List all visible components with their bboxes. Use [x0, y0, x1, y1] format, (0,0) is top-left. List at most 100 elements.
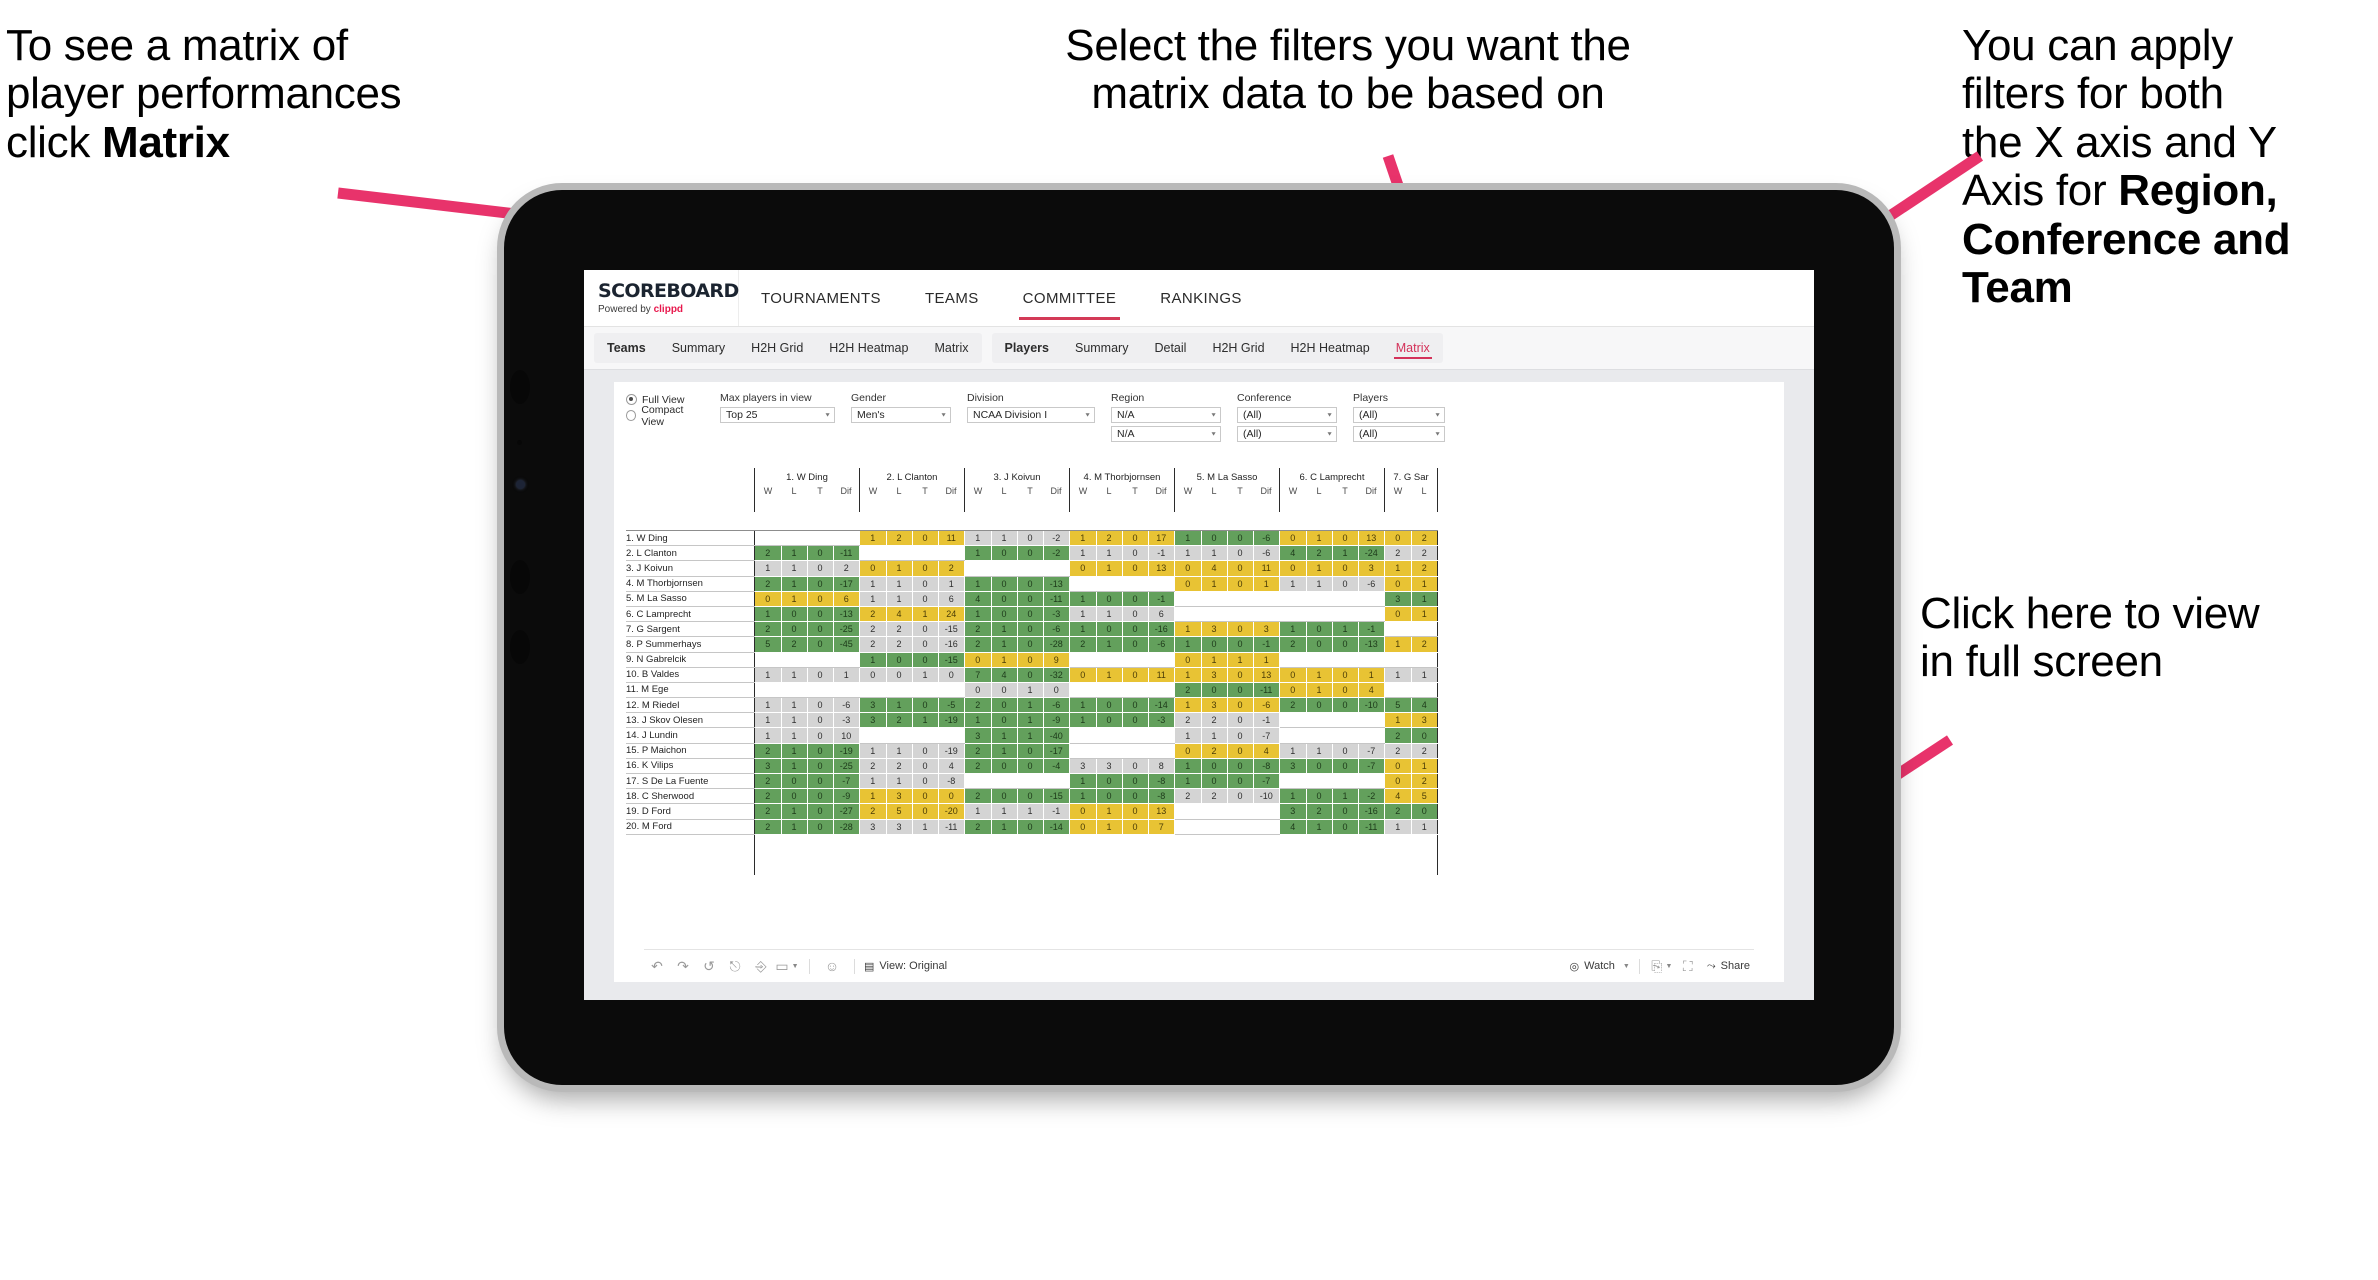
matrix-cell-empty[interactable]: [1279, 727, 1307, 744]
matrix-cell[interactable]: 3: [1358, 560, 1385, 577]
matrix-cell[interactable]: 2: [964, 819, 992, 835]
matrix-cell[interactable]: 5: [1411, 788, 1438, 805]
matrix-cell-empty[interactable]: [1096, 727, 1123, 744]
matrix-cell-empty[interactable]: [1384, 621, 1412, 638]
matrix-cell[interactable]: 0: [1227, 773, 1254, 790]
matrix-cell[interactable]: 2: [859, 636, 887, 653]
matrix-cell[interactable]: 2: [886, 530, 913, 547]
matrix-cell-empty[interactable]: [1122, 743, 1149, 759]
matrix-cell-empty[interactable]: [1332, 652, 1359, 668]
matrix-cell[interactable]: 2: [964, 636, 992, 653]
matrix-cell[interactable]: 1: [1411, 576, 1438, 592]
matrix-cell[interactable]: 2: [964, 697, 992, 714]
matrix-cell[interactable]: 2: [1411, 743, 1438, 759]
matrix-cell[interactable]: 1: [1017, 682, 1044, 699]
matrix-cell[interactable]: 1: [886, 591, 913, 607]
matrix-cell[interactable]: 1: [1411, 606, 1438, 623]
matrix-cell[interactable]: 2: [754, 819, 782, 835]
matrix-cell[interactable]: 1: [1069, 621, 1097, 638]
matrix-cell[interactable]: 1: [1201, 545, 1228, 562]
matrix-cell-empty[interactable]: [1279, 773, 1307, 790]
matrix-cell[interactable]: -11: [1043, 591, 1070, 607]
matrix-cell-empty[interactable]: [807, 652, 834, 668]
matrix-cell-empty[interactable]: [1227, 803, 1254, 820]
subnav-item-summary[interactable]: Summary: [1062, 333, 1141, 363]
matrix-cell[interactable]: 1: [754, 697, 782, 714]
matrix-row[interactable]: 15. P Maichon 2 1 0 -19 1 1 0 -19 2 1 0 -17 0 2 0 4 1 1 0 -7…: [626, 743, 1438, 759]
matrix-cell-empty[interactable]: [1069, 727, 1097, 744]
matrix-cell[interactable]: -27: [833, 803, 860, 820]
matrix-cell[interactable]: -1: [1043, 803, 1070, 820]
matrix-cell[interactable]: 0: [912, 560, 939, 577]
matrix-cell[interactable]: 1: [1096, 545, 1123, 562]
matrix-cell[interactable]: -6: [833, 697, 860, 714]
filter-conference-select-y[interactable]: (All) ▼: [1237, 426, 1337, 442]
matrix-cell[interactable]: 1: [912, 606, 939, 623]
matrix-cell[interactable]: 0: [1227, 667, 1254, 683]
layout-icon[interactable]: ▭ ▼: [774, 950, 800, 982]
matrix-cell[interactable]: 3: [1279, 803, 1307, 820]
matrix-cell[interactable]: -6: [1253, 530, 1280, 547]
matrix-cell-empty[interactable]: [912, 682, 939, 699]
matrix-cell[interactable]: 2: [1411, 545, 1438, 562]
matrix-cell[interactable]: 2: [1411, 560, 1438, 577]
matrix-cell[interactable]: -3: [1043, 606, 1070, 623]
matrix-cell[interactable]: -20: [938, 803, 965, 820]
matrix-cell[interactable]: 0: [1227, 727, 1254, 744]
matrix-cell[interactable]: 1: [1096, 667, 1123, 683]
matrix-cell[interactable]: 1: [781, 803, 808, 820]
matrix-cell[interactable]: -9: [833, 788, 860, 805]
matrix-cell[interactable]: 2: [754, 545, 782, 562]
matrix-cell-empty[interactable]: [938, 682, 965, 699]
matrix-cell[interactable]: 1: [1306, 560, 1333, 577]
matrix-cell[interactable]: 13: [1358, 530, 1385, 547]
matrix-cell[interactable]: 0: [1122, 591, 1149, 607]
matrix-cell-empty[interactable]: [781, 652, 808, 668]
nav-item-rankings[interactable]: RANKINGS: [1138, 270, 1264, 326]
matrix-cell[interactable]: 0: [1332, 743, 1359, 759]
matrix-cell-empty[interactable]: [1358, 606, 1385, 623]
matrix-cell-empty[interactable]: [1201, 606, 1228, 623]
matrix-row[interactable]: 20. M Ford 2 1 0 -28 3 3 1 -11 2 1 0 -14 0 1 0 7 4 1 0 -11 1 1: [626, 819, 1438, 835]
matrix-cell[interactable]: -5: [938, 697, 965, 714]
matrix-cell[interactable]: 0: [912, 636, 939, 653]
matrix-cell[interactable]: 0: [1227, 530, 1254, 547]
matrix-cell[interactable]: 0: [1096, 773, 1123, 790]
matrix-cell[interactable]: -13: [833, 606, 860, 623]
matrix-cell[interactable]: 0: [1227, 697, 1254, 714]
matrix-cell[interactable]: 0: [912, 621, 939, 638]
matrix-cell-empty[interactable]: [1306, 712, 1333, 729]
matrix-cell[interactable]: 1: [1017, 803, 1044, 820]
matrix-cell-empty[interactable]: [912, 727, 939, 744]
matrix-cell[interactable]: 1: [754, 727, 782, 744]
nav-item-tournaments[interactable]: TOURNAMENTS: [739, 270, 903, 326]
matrix-cell[interactable]: 1: [1253, 576, 1280, 592]
filter-region-select-x[interactable]: N/A ▼: [1111, 407, 1221, 423]
matrix-cell-empty[interactable]: [912, 545, 939, 562]
matrix-cell[interactable]: 1: [781, 758, 808, 775]
matrix-cell[interactable]: 0: [1017, 621, 1044, 638]
matrix-cell-empty[interactable]: [964, 560, 992, 577]
matrix-cell[interactable]: -1: [1253, 636, 1280, 653]
matrix-cell[interactable]: 0: [807, 727, 834, 744]
matrix-cell-empty[interactable]: [1201, 819, 1228, 835]
matrix-cell[interactable]: 1: [1411, 758, 1438, 775]
matrix-cell-empty[interactable]: [833, 652, 860, 668]
subnav-head-players[interactable]: Players: [992, 333, 1062, 363]
matrix-cell[interactable]: 2: [1174, 788, 1202, 805]
matrix-cell[interactable]: 0: [807, 819, 834, 835]
matrix-cell[interactable]: 1: [781, 712, 808, 729]
matrix-cell[interactable]: 0: [807, 803, 834, 820]
matrix-cell-empty[interactable]: [1148, 652, 1175, 668]
help-icon[interactable]: ☺: [819, 950, 845, 982]
matrix-cell[interactable]: 0: [991, 788, 1018, 805]
matrix-cell-empty[interactable]: [1122, 727, 1149, 744]
matrix-cell[interactable]: 2: [1279, 636, 1307, 653]
matrix-cell[interactable]: 0: [1279, 682, 1307, 699]
matrix-cell[interactable]: -10: [1358, 697, 1385, 714]
matrix-cell[interactable]: 1: [1411, 591, 1438, 607]
matrix-cell[interactable]: 2: [754, 621, 782, 638]
matrix-cell[interactable]: 0: [807, 758, 834, 775]
matrix-cell-empty[interactable]: [1017, 773, 1044, 790]
matrix-cell-empty[interactable]: [1279, 712, 1307, 729]
